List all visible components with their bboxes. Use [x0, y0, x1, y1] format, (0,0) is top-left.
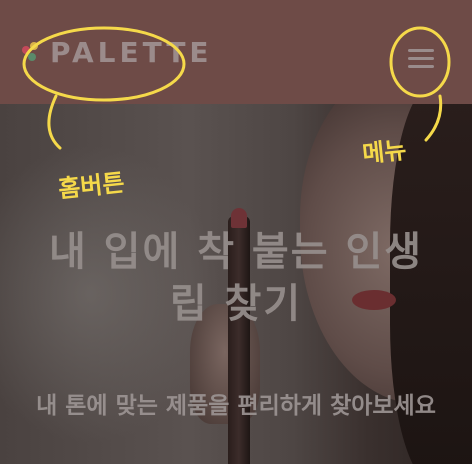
hero-title-line2: 립 찾기: [169, 281, 303, 327]
palette-logo-icon: [22, 41, 44, 64]
menu-annotation-label: 메뉴: [360, 135, 408, 169]
hero-subtitle: 내 톤에 맞는 제품을 편리하게 찾아보세요: [36, 393, 436, 419]
home-annotation-label: 홈버튼: [56, 168, 126, 204]
top-header: PALETTE: [0, 0, 472, 104]
hamburger-menu-icon: [408, 49, 434, 52]
menu-button[interactable]: [404, 44, 438, 74]
home-button[interactable]: PALETTE: [22, 36, 213, 69]
hero-title-line1: 내 입에 착 붙는 인생: [48, 229, 424, 275]
logo-text: PALETTE: [50, 36, 213, 69]
